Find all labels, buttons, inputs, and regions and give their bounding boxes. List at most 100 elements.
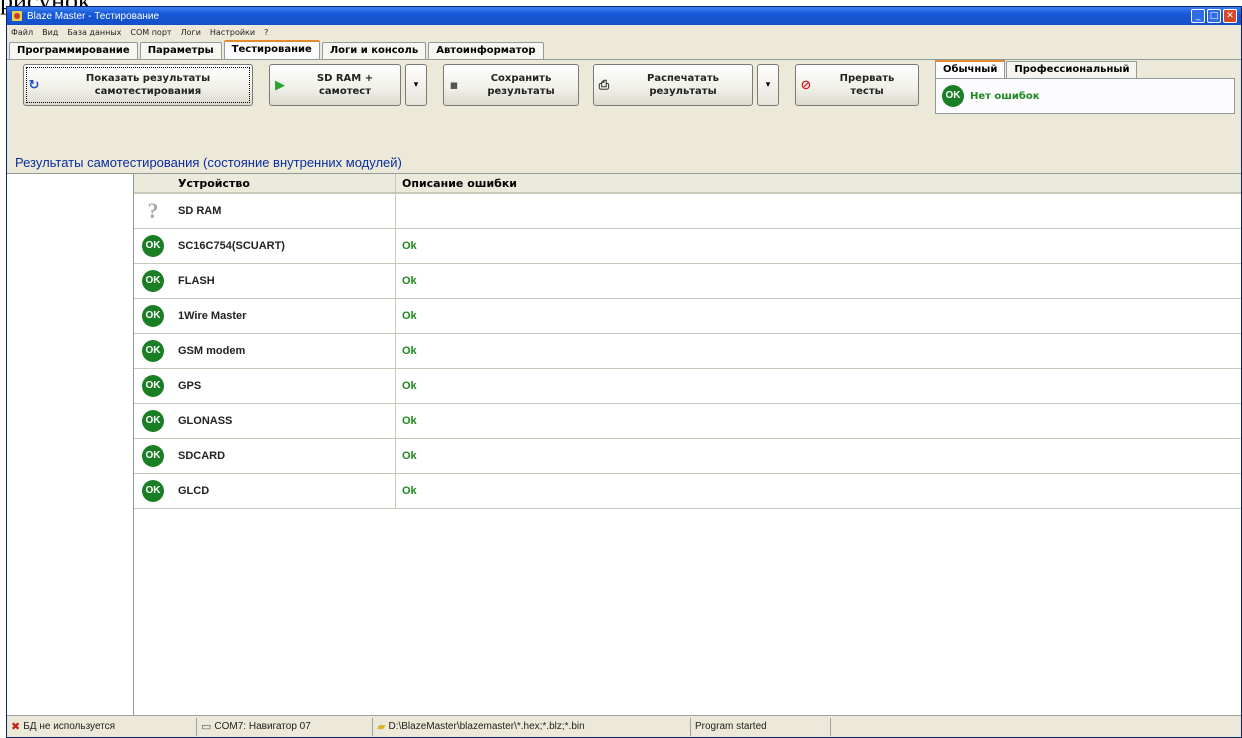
print-results-line2: результаты [649,86,717,97]
status-path-text: D:\BlazeMaster\blazemaster\*.hex;*.blz;*… [388,720,585,732]
title-bar[interactable]: Blaze Master - Тестирование _ □ ✕ [7,7,1241,25]
abort-tests-line2: тесты [850,86,884,97]
device-cell: GLCD [172,474,396,508]
mode-status: OK Нет ошибок [935,78,1235,114]
ok-status-icon: OK [142,480,164,502]
folder-icon: ▰ [377,720,386,733]
row-status-cell: OK [134,270,172,292]
row-status-cell: OK [134,235,172,257]
ok-status-icon: OK [142,305,164,327]
tab-professional-mode[interactable]: Профессиональный [1006,61,1138,78]
ok-status-icon: OK [142,270,164,292]
grid-rows: ? SD RAM OK SC16C754(SCUART) Ok OK FLASH Ok OK 1W… [134,194,1241,509]
close-button[interactable]: ✕ [1223,9,1237,23]
abort-tests-button[interactable]: ⊘ Прервать тесты [795,64,919,106]
tab-parameters[interactable]: Параметры [139,42,222,59]
status-bar: ✖ БД не используется ▭ COM7: Навигатор 0… [7,715,1241,737]
results-area: Устройство Описание ошибки ? SD RAM OK SC16… [7,173,1241,716]
device-cell: GSM modem [172,334,396,368]
serial-port-icon: ▭ [201,720,212,733]
status-db-text: БД не используется [23,720,116,732]
save-results-line1: Сохранить [490,73,552,84]
menu-settings[interactable]: Настройки [210,28,255,37]
sdram-selftest-button[interactable]: ▶ SD RAM + самотест [269,64,401,106]
show-results-button[interactable]: ↻ Показать результаты самотестирования [23,64,253,106]
error-description-cell: Ok [402,450,417,462]
menu-view[interactable]: Вид [42,28,58,37]
error-description-cell: Ok [402,380,417,392]
tab-logs-console[interactable]: Логи и консоль [321,42,427,59]
status-program-text: Program started [695,720,767,732]
section-title: Результаты самотестирования (состояние в… [15,155,402,170]
ok-status-icon: OK [142,235,164,257]
abort-tests-line1: Прервать [839,73,895,84]
toolbar: ↻ Показать результаты самотестирования ▶ … [7,60,1241,118]
row-status-cell: OK [134,305,172,327]
ok-status-icon: OK [142,340,164,362]
table-row[interactable]: OK GSM modem Ok [134,334,1241,369]
refresh-icon: ↻ [28,77,40,93]
device-cell: 1Wire Master [172,299,396,333]
device-cell: SC16C754(SCUART) [172,229,396,263]
table-row[interactable]: OK SDCARD Ok [134,439,1241,474]
error-description-cell: Ok [402,415,417,427]
database-disabled-icon: ✖ [11,720,21,733]
minimize-button[interactable]: _ [1191,9,1205,23]
row-status-cell: OK [134,480,172,502]
status-com-text: COM7: Навигатор 07 [214,720,311,732]
menu-com-port[interactable]: COM порт [130,28,171,37]
table-row[interactable]: OK FLASH Ok [134,264,1241,299]
device-cell: GPS [172,369,396,403]
menu-database[interactable]: База данных [67,28,121,37]
printer-icon: ⎙ [598,77,610,93]
menu-file[interactable]: Файл [11,28,33,37]
header-device[interactable]: Устройство [172,174,396,192]
sdram-selftest-line2: самотест [318,86,372,97]
save-results-button[interactable]: ▪ Сохранить результаты [443,64,579,106]
ok-status-icon: OK [942,85,964,107]
table-row[interactable]: OK 1Wire Master Ok [134,299,1241,334]
error-description-cell: Ok [402,240,417,252]
print-results-dropdown[interactable]: ▾ [757,64,779,106]
error-description-cell: Ok [402,275,417,287]
table-row[interactable]: OK GLCD Ok [134,474,1241,509]
chevron-down-icon: ▾ [765,80,771,90]
maximize-button[interactable]: □ [1207,9,1221,23]
status-program: Program started [691,717,831,736]
row-status-cell: OK [134,375,172,397]
menu-help[interactable]: ? [264,28,268,37]
window-title: Blaze Master - Тестирование [27,10,160,22]
print-results-button[interactable]: ⎙ Распечатать результаты [593,64,753,106]
menu-bar: Файл Вид База данных COM порт Логи Настр… [7,25,1241,40]
no-errors-label: Нет ошибок [970,90,1040,102]
status-path: ▰ D:\BlazeMaster\blazemaster\*.hex;*.blz… [373,717,691,736]
table-row[interactable]: OK SC16C754(SCUART) Ok [134,229,1241,264]
tab-autoinformer[interactable]: Автоинформатор [428,42,544,59]
table-row[interactable]: OK GLONASS Ok [134,404,1241,439]
unknown-status-icon: ? [147,198,159,223]
sdram-selftest-line1: SD RAM + [316,73,374,84]
error-description-cell: Ok [402,345,417,357]
row-status-cell: OK [134,340,172,362]
table-row[interactable]: OK GPS Ok [134,369,1241,404]
tab-testing[interactable]: Тестирование [223,40,320,59]
ok-status-icon: OK [142,410,164,432]
menu-logs[interactable]: Логи [181,28,201,37]
tab-programming[interactable]: Программирование [9,42,138,59]
stop-icon: ⊘ [800,77,812,93]
table-row[interactable]: ? SD RAM [134,194,1241,229]
row-status-cell: ? [134,200,172,222]
row-status-cell: OK [134,410,172,432]
grid-header: Устройство Описание ошибки [134,174,1241,194]
sdram-selftest-dropdown[interactable]: ▾ [405,64,427,106]
header-error-description[interactable]: Описание ошибки [396,177,1241,190]
device-cell: SDCARD [172,439,396,473]
error-description-cell: Ok [402,310,417,322]
device-cell: SD RAM [172,194,396,228]
main-tabs: Программирование Параметры Тестирование … [7,40,1241,60]
results-grid: Устройство Описание ошибки ? SD RAM OK SC16… [134,174,1241,509]
mode-panel: Обычный Профессиональный OK Нет ошибок [935,60,1235,116]
print-results-line1: Распечатать [647,73,719,84]
device-cell: FLASH [172,264,396,298]
tab-normal-mode[interactable]: Обычный [935,60,1006,78]
